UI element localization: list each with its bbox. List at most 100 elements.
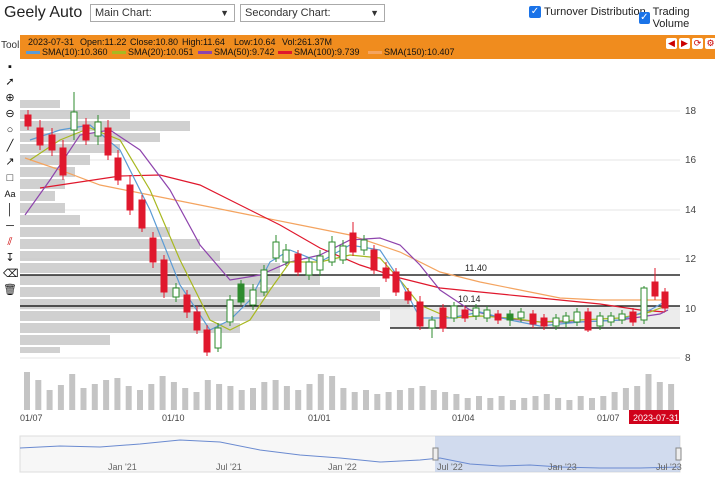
volume-bar xyxy=(611,392,618,410)
volume-bar xyxy=(204,380,211,410)
candle-body xyxy=(629,311,637,323)
volume-bar xyxy=(566,400,573,410)
volume-bar xyxy=(227,386,234,410)
candle-body xyxy=(82,124,90,141)
volume-bar xyxy=(261,382,268,410)
price-tick-12: 12 xyxy=(685,254,697,265)
time-tick-1: 01/07 xyxy=(20,413,43,423)
nav-tick-1: Jan '21 xyxy=(108,462,137,472)
volume-bar xyxy=(464,398,471,410)
candle-body xyxy=(160,259,168,293)
candle-body xyxy=(461,309,469,319)
price-chart[interactable]: 11.40 10.14 18 16 14 12 10 8 01/07 01/10… xyxy=(0,0,720,483)
volume-bar xyxy=(634,386,641,410)
volume-bar xyxy=(114,378,121,410)
current-date-text: 2023-07-31 xyxy=(633,413,679,423)
candle-body xyxy=(382,267,390,279)
candle-body xyxy=(529,313,537,325)
volume-bar xyxy=(589,398,595,410)
nav-tick-3: Jan '22 xyxy=(328,462,357,472)
volume-bar xyxy=(453,394,460,410)
volume-bar xyxy=(329,376,336,410)
volume-bar xyxy=(351,392,358,410)
candle-body xyxy=(640,287,648,321)
candle-body xyxy=(305,261,313,276)
price-tick-16: 16 xyxy=(685,155,697,166)
volume-bar xyxy=(159,376,166,410)
time-tick-5: 01/07 xyxy=(597,413,620,423)
volume-bar xyxy=(193,392,200,410)
volume-bar xyxy=(57,385,64,410)
volume-bar xyxy=(170,382,177,410)
candle-body xyxy=(339,245,347,261)
candle-body xyxy=(439,307,447,329)
volume-bar xyxy=(137,390,143,410)
volume-bars xyxy=(24,372,675,410)
volume-bar xyxy=(216,384,223,410)
candle-body xyxy=(328,241,336,263)
volume-bar xyxy=(35,380,42,410)
candle-body xyxy=(349,232,357,253)
volume-bar xyxy=(238,390,245,410)
candle-body xyxy=(428,319,436,329)
candle-body xyxy=(607,315,615,323)
volume-bar xyxy=(103,380,110,410)
candle-body xyxy=(392,271,400,293)
price-tick-10: 10 xyxy=(685,304,697,315)
candle-body xyxy=(294,253,302,273)
volume-bar xyxy=(509,400,516,410)
candle-body xyxy=(506,313,514,321)
volume-bar xyxy=(622,388,629,410)
candle-body xyxy=(172,287,180,298)
volume-bar xyxy=(295,390,302,410)
candle-body xyxy=(203,329,211,353)
candle-body xyxy=(450,305,458,319)
volume-bar xyxy=(272,380,279,410)
candle-body xyxy=(404,291,412,301)
volume-bar xyxy=(182,388,189,410)
candle-body xyxy=(249,289,257,306)
candle-body xyxy=(540,317,548,327)
volume-bar xyxy=(600,396,607,410)
volume-bar xyxy=(148,384,155,410)
candle-body xyxy=(552,317,560,327)
candle-body xyxy=(237,283,245,303)
price-tick-18: 18 xyxy=(685,106,697,117)
candle-body xyxy=(661,291,669,309)
volume-bar xyxy=(532,396,539,410)
candle-body xyxy=(193,311,201,331)
navigator-right-handle[interactable] xyxy=(675,447,682,461)
volume-bar xyxy=(250,388,256,410)
candle-body xyxy=(360,239,368,251)
candle-body xyxy=(94,121,102,137)
candle-body xyxy=(59,147,67,176)
candle-body xyxy=(316,255,324,271)
volume-bar xyxy=(555,398,562,410)
nav-tick-6: Jul '23 xyxy=(656,462,682,472)
volume-bar xyxy=(442,392,449,410)
time-tick-4: 01/04 xyxy=(452,413,475,423)
candle-body xyxy=(260,269,268,293)
volume-bar xyxy=(24,372,30,410)
candle-body xyxy=(114,157,122,181)
volume-bar xyxy=(668,384,675,410)
resistance-label: 11.40 xyxy=(465,263,487,273)
volume-bar xyxy=(521,398,528,410)
candle-body xyxy=(226,299,234,323)
volume-bar xyxy=(91,384,98,410)
price-tick-8: 8 xyxy=(685,353,691,364)
volume-bar xyxy=(645,374,652,410)
volume-bar xyxy=(408,388,415,410)
candle-body xyxy=(494,313,502,321)
candle-body xyxy=(370,249,378,271)
navigator-left-handle[interactable] xyxy=(432,447,439,461)
volume-bar xyxy=(317,374,324,410)
candle-body xyxy=(584,311,592,331)
volume-bar xyxy=(430,390,437,410)
volume-bar xyxy=(385,392,392,410)
volume-bar xyxy=(374,394,381,410)
candle-body xyxy=(596,315,604,327)
candle-body xyxy=(70,111,78,131)
volume-bar xyxy=(46,390,53,410)
candle-body xyxy=(104,127,112,156)
